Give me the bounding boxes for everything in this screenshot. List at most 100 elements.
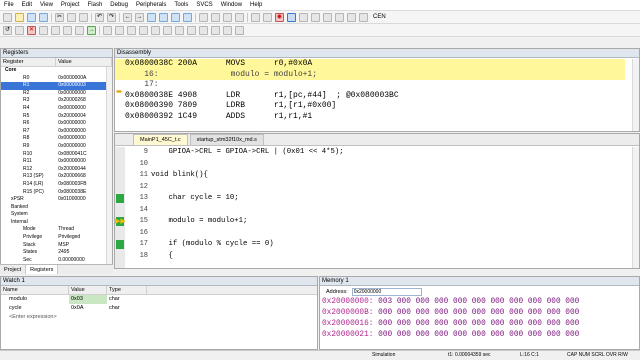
analysis-window-icon[interactable] xyxy=(199,25,208,35)
register-value[interactable]: 0x0000000A xyxy=(56,75,112,83)
value-column-header[interactable]: Value xyxy=(56,58,112,66)
menu-item-help[interactable]: Help xyxy=(250,2,262,8)
indent-icon[interactable] xyxy=(199,12,208,22)
code-line[interactable]: GPIOA->CRL = GPIOA->CRL | (0x01 << 4*5); xyxy=(151,147,629,159)
register-row[interactable]: Privilege Privileged xyxy=(1,234,112,242)
register-row[interactable]: R5 0x20000004 xyxy=(1,113,112,121)
find-icon[interactable] xyxy=(263,12,272,22)
clear-bookmarks-icon[interactable] xyxy=(183,12,192,22)
register-row[interactable]: Mode Thread xyxy=(1,226,112,234)
menu-item-flash[interactable]: Flash xyxy=(88,2,103,8)
register-row[interactable]: R13 (SP) 0x20000668 xyxy=(1,173,112,181)
breakpoint-gutter[interactable]: ▶▶ xyxy=(115,147,126,268)
disassembly-source-line[interactable]: 17: xyxy=(115,80,625,91)
gutter-cell[interactable] xyxy=(115,147,125,159)
disassembly-source-line[interactable]: 16: modulo = modulo+1; xyxy=(115,69,625,80)
watch-window-icon[interactable] xyxy=(163,25,172,35)
register-row[interactable]: R14 (LR) 0x080003FB xyxy=(1,181,112,189)
gutter-cell[interactable] xyxy=(115,251,125,263)
configure-icon[interactable] xyxy=(359,12,368,22)
kill-breakpoints-icon[interactable] xyxy=(335,12,344,22)
save-all-icon[interactable] xyxy=(39,12,48,22)
register-row[interactable]: R9 0x00000000 xyxy=(1,143,112,151)
save-icon[interactable] xyxy=(27,12,36,22)
register-value[interactable]: 0x00000000 xyxy=(56,105,112,113)
nav-forward-icon[interactable]: → xyxy=(135,12,144,22)
registers-window-icon[interactable] xyxy=(139,25,148,35)
bookmark-icon[interactable] xyxy=(147,12,156,22)
disassembly-window-icon[interactable] xyxy=(115,25,124,35)
register-value[interactable]: 0x20000044 xyxy=(56,166,112,174)
memory-window-icon[interactable] xyxy=(175,25,184,35)
serial-window-icon[interactable] xyxy=(187,25,196,35)
register-value[interactable] xyxy=(56,219,112,227)
register-value[interactable]: Thread xyxy=(56,226,112,234)
run-icon[interactable] xyxy=(15,25,24,35)
disassembly-instruction[interactable]: 0x08000390 7809 LDRB r1,[r1,#0x00] xyxy=(115,101,625,112)
register-value[interactable]: 0x0800038E xyxy=(56,189,112,197)
gutter-cell[interactable]: ▶▶ xyxy=(115,216,126,228)
register-value[interactable]: 0x20000668 xyxy=(56,173,112,181)
disable-breakpoints-icon[interactable] xyxy=(323,12,332,22)
tab-startup-file[interactable]: startup_stm32f10x_md.s xyxy=(189,134,264,145)
register-value[interactable]: 0x080003FB xyxy=(56,181,112,189)
registers-scrollbar[interactable] xyxy=(106,67,112,269)
watch-value-header[interactable]: Value xyxy=(69,286,107,294)
register-row[interactable]: R1 0x00000003 xyxy=(1,82,112,90)
call-stack-icon[interactable] xyxy=(151,25,160,35)
incremental-find-icon[interactable]: ◉ xyxy=(275,12,284,22)
register-value[interactable] xyxy=(56,204,112,212)
register-value[interactable]: 0x0800041C xyxy=(56,151,112,159)
disassembly-scrollbar[interactable] xyxy=(632,59,639,131)
register-row[interactable]: R7 0x00000000 xyxy=(1,128,112,136)
paste-icon[interactable] xyxy=(79,12,88,22)
register-value[interactable]: Privileged xyxy=(56,234,112,242)
memory-bytes[interactable]: 003 000 000 000 000 000 000 000 000 000 … xyxy=(378,298,579,306)
cut-icon[interactable]: ✂ xyxy=(55,12,64,22)
gutter-cell[interactable] xyxy=(115,205,125,217)
register-value[interactable]: 0x20000004 xyxy=(56,113,112,121)
next-bookmark-icon[interactable] xyxy=(171,12,180,22)
disassembly-instruction[interactable]: 0x08000392 1C49 ADDS r1,r1,#1 xyxy=(115,112,625,123)
watch-name-header[interactable]: Name xyxy=(1,286,69,294)
register-row[interactable]: R4 0x00000000 xyxy=(1,105,112,113)
register-row[interactable]: R11 0x00000000 xyxy=(1,158,112,166)
menu-item-project[interactable]: Project xyxy=(61,2,80,8)
tab-registers[interactable]: Registers xyxy=(26,265,59,274)
project-window-icon[interactable] xyxy=(347,12,356,22)
comment-icon[interactable] xyxy=(223,12,232,22)
undo-icon[interactable]: ↶ xyxy=(95,12,104,22)
reset-icon[interactable]: ↺ xyxy=(3,25,12,35)
watch-row[interactable]: modulo 0x03 char xyxy=(1,295,317,304)
find-in-files-icon[interactable] xyxy=(251,12,260,22)
menu-item-view[interactable]: View xyxy=(40,2,53,8)
register-row[interactable]: R0 0x0000000A xyxy=(1,75,112,83)
step-over-icon[interactable] xyxy=(51,25,60,35)
register-column-header[interactable]: Register xyxy=(1,58,57,66)
new-file-icon[interactable] xyxy=(3,12,12,22)
register-value[interactable] xyxy=(56,67,112,75)
enable-breakpoint-icon[interactable] xyxy=(311,12,320,22)
register-value[interactable]: 0x00000003 xyxy=(56,82,112,90)
menu-item-file[interactable]: File xyxy=(4,2,14,8)
address-input[interactable] xyxy=(351,287,422,296)
register-row[interactable]: Internal xyxy=(1,219,112,227)
register-row[interactable]: xPSR 0x01000000 xyxy=(1,196,112,204)
code-line[interactable]: { xyxy=(151,251,629,263)
toolbox-icon[interactable] xyxy=(235,25,244,35)
watch-variable-value[interactable]: 0x03 xyxy=(69,295,107,304)
outdent-icon[interactable] xyxy=(211,12,220,22)
register-value[interactable]: 0x00000000 xyxy=(56,128,112,136)
register-row[interactable]: R12 0x20000044 xyxy=(1,166,112,174)
memory-bytes[interactable]: 000 000 000 000 000 000 000 000 000 000 … xyxy=(378,320,579,328)
stop-icon[interactable]: ✕ xyxy=(27,25,36,35)
register-row[interactable]: States 2495 xyxy=(1,249,112,257)
insert-breakpoint-icon[interactable] xyxy=(299,12,308,22)
run-to-cursor-icon[interactable] xyxy=(75,25,84,35)
system-viewer-icon[interactable] xyxy=(223,25,232,35)
menu-item-debug[interactable]: Debug xyxy=(110,2,128,8)
register-row[interactable]: R2 0x00000000 xyxy=(1,90,112,98)
register-row[interactable]: Core xyxy=(1,67,112,75)
register-value[interactable]: 0x00000000 xyxy=(56,143,112,151)
menu-item-svcs[interactable]: SVCS xyxy=(196,2,212,8)
